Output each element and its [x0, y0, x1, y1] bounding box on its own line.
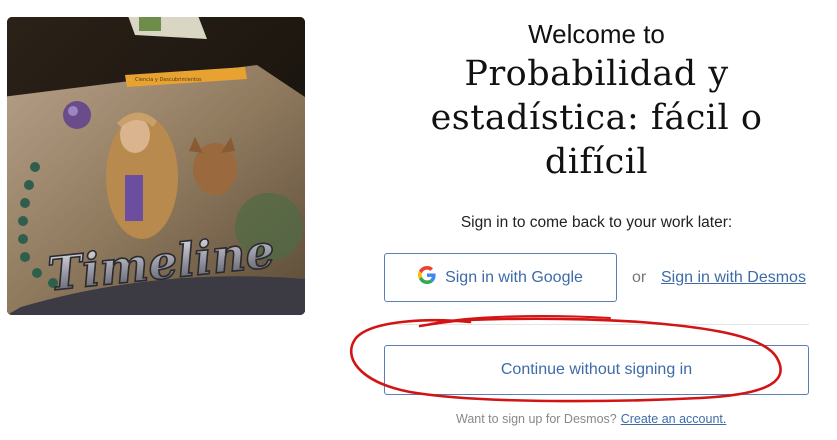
- sign-in-desmos-link[interactable]: Sign in with Desmos: [661, 269, 806, 287]
- activity-title-line: estadística: fácil o: [430, 98, 763, 138]
- continue-button-label: Continue without signing in: [500, 361, 693, 378]
- google-g-icon: [418, 266, 436, 289]
- signup-prompt-text: Want to sign up for Desmos?: [456, 412, 617, 426]
- welcome-heading: Welcome to: [528, 19, 665, 49]
- sign-in-panel: Welcome to Probabilidad y estadística: f…: [384, 0, 809, 440]
- signup-prompt: Want to sign up for Desmos? Create an acc…: [456, 412, 726, 426]
- create-account-link[interactable]: Create an account.: [621, 412, 727, 426]
- sign-in-prompt: Sign in to come back to your work later:: [460, 214, 733, 231]
- cover-badge-text: Ciencia y Descubrimientos: [135, 77, 202, 83]
- continue-without-signing-in-button[interactable]: Continue without signing in: [384, 345, 809, 395]
- activity-cover-image: Ciencia y Descubrimientos Timeline: [7, 17, 305, 315]
- google-button-label: Sign in with Google: [445, 268, 583, 286]
- activity-title-line: Probabilidad y: [464, 54, 729, 94]
- or-separator: or: [632, 269, 647, 286]
- activity-title: Probabilidad y estadística: fácil o difí…: [384, 52, 809, 184]
- sign-in-google-button[interactable]: Sign in with Google: [384, 253, 617, 302]
- activity-title-line: difícil: [544, 142, 649, 182]
- divider: [384, 324, 809, 325]
